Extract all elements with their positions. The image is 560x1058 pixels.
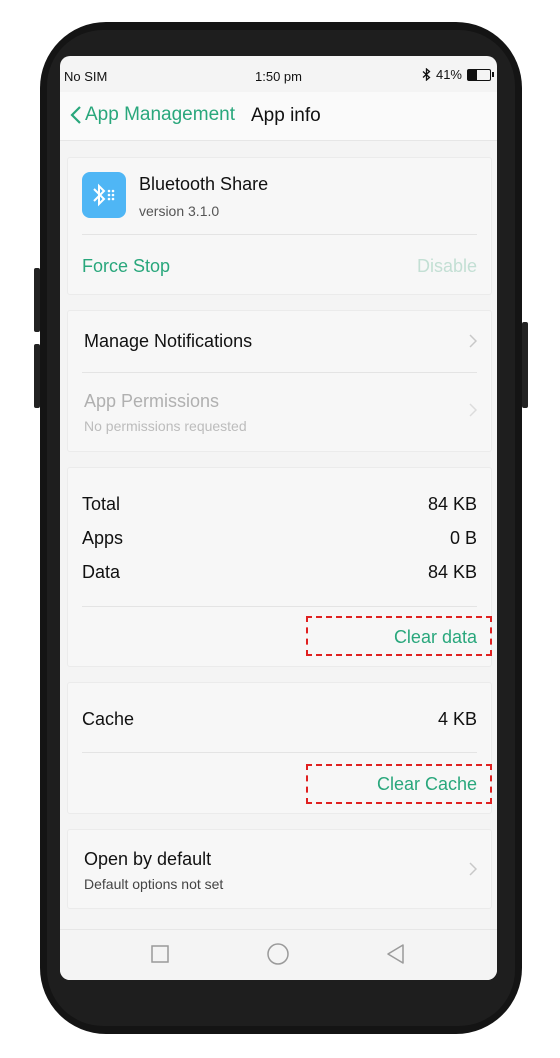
- back-button[interactable]: App Management: [70, 104, 235, 126]
- chevron-right-icon: [469, 403, 477, 417]
- volume-up-button: [34, 268, 40, 332]
- back-label: App Management: [85, 104, 235, 125]
- bluetooth-icon: [422, 68, 431, 81]
- manage-notifications-row[interactable]: Manage Notifications: [68, 311, 491, 372]
- page-title: App info: [251, 105, 321, 126]
- battery-icon: [467, 68, 494, 81]
- storage-apps-label: Apps: [82, 528, 124, 548]
- back-triangle-icon[interactable]: [386, 944, 404, 964]
- storage-apps-value: 0 B: [449, 528, 477, 548]
- storage-data-label: Data: [82, 562, 121, 582]
- open-by-default-subtitle: Default options not set: [84, 876, 224, 892]
- status-bar: No SIM 1:50 pm 41%: [60, 56, 497, 92]
- battery-level: [468, 69, 478, 80]
- manage-notifications-label: Manage Notifications: [84, 331, 253, 351]
- cache-value: 4 KB: [437, 709, 477, 729]
- navigation-bar: [60, 929, 497, 980]
- app-version: version 3.1.0: [139, 203, 220, 219]
- status-icons: 41%: [422, 67, 494, 82]
- recents-square-icon[interactable]: [151, 945, 169, 963]
- storage-total-value: 84 KB: [427, 494, 477, 514]
- app-header: App Management App info: [60, 92, 497, 141]
- divider: [82, 234, 477, 235]
- app-permissions-subtitle: No permissions requested: [84, 418, 247, 434]
- app-permissions-row[interactable]: App Permissions No permissions requested: [68, 373, 491, 451]
- app-card: Bluetooth Share version 3.1.0 Force Stop…: [67, 157, 492, 295]
- app-name: Bluetooth Share: [139, 174, 269, 194]
- chevron-left-icon: [70, 106, 81, 124]
- bluetooth-app-icon: [82, 172, 126, 218]
- divider: [82, 752, 477, 753]
- storage-data-value: 84 KB: [427, 562, 477, 582]
- disable-button[interactable]: Disable: [417, 256, 477, 277]
- battery-percent: 41%: [435, 67, 462, 82]
- cache-label: Cache: [82, 709, 135, 729]
- open-by-default-label: Open by default: [84, 849, 212, 869]
- chevron-right-icon: [469, 862, 477, 876]
- clear-cache-highlight: [306, 764, 492, 804]
- storage-total-label: Total: [82, 494, 121, 514]
- chevron-right-icon: [469, 334, 477, 348]
- home-circle-icon[interactable]: [267, 943, 289, 965]
- clear-data-highlight: [306, 616, 492, 656]
- force-stop-button[interactable]: Force Stop: [82, 256, 170, 277]
- open-by-default-card[interactable]: Open by default Default options not set: [67, 829, 492, 909]
- permissions-card: Manage Notifications App Permissions No …: [67, 310, 492, 452]
- divider: [82, 606, 477, 607]
- power-button: [522, 322, 528, 408]
- volume-down-button: [34, 344, 40, 408]
- screen: No SIM 1:50 pm 41% App Management App in…: [60, 56, 497, 980]
- app-permissions-label: App Permissions: [84, 391, 220, 411]
